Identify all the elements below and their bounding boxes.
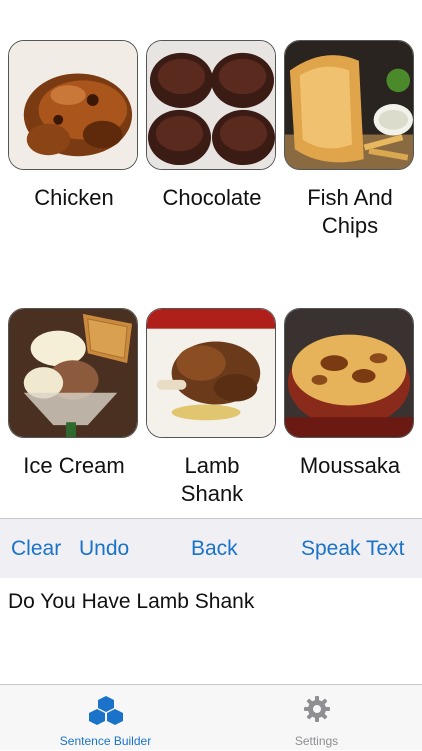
tile-moussaka[interactable]: Moussaka — [284, 308, 416, 480]
tab-sentence-builder[interactable]: Sentence Builder — [0, 685, 211, 751]
clear-button[interactable]: Clear — [11, 537, 61, 561]
tile-label: Ice Cream — [23, 453, 125, 478]
tile-ice-cream[interactable]: Ice Cream — [8, 308, 140, 480]
tile-chocolate[interactable]: Chocolate — [146, 40, 278, 212]
fish-and-chips-image — [284, 40, 414, 170]
action-toolbar: Clear Undo Back Speak Text — [0, 518, 422, 578]
gear-icon — [303, 695, 331, 728]
tile-fish-and-chips[interactable]: Fish And Chips — [284, 40, 416, 240]
tile-label: Chocolate — [162, 185, 262, 210]
food-grid: Chicken Chocolate Fish And Chips Ice Cre… — [0, 0, 422, 518]
speak-text-button[interactable]: Speak Text — [301, 537, 405, 561]
tab-label: Settings — [294, 734, 339, 748]
cubes-icon — [88, 695, 124, 730]
back-button[interactable]: Back — [191, 537, 238, 561]
undo-button[interactable]: Undo — [79, 537, 129, 561]
chocolate-image — [146, 40, 276, 170]
tile-chicken[interactable]: Chicken — [8, 40, 140, 212]
tab-settings[interactable]: Settings — [211, 685, 422, 751]
tile-label: Moussaka — [299, 453, 401, 478]
lamb-shank-image — [146, 308, 276, 438]
chicken-image — [8, 40, 138, 170]
tile-label: Chicken — [34, 185, 114, 210]
moussaka-image — [284, 308, 414, 438]
tile-label: Fish And Chips — [307, 185, 393, 238]
sentence-text: Do You Have Lamb Shank — [8, 590, 255, 613]
tile-label: Lamb Shank — [180, 453, 244, 506]
tile-lamb-shank[interactable]: Lamb Shank — [146, 308, 278, 508]
ice-cream-image — [8, 308, 138, 438]
tab-bar: Sentence Builder Settings — [0, 684, 422, 750]
tab-label: Sentence Builder — [59, 734, 152, 748]
